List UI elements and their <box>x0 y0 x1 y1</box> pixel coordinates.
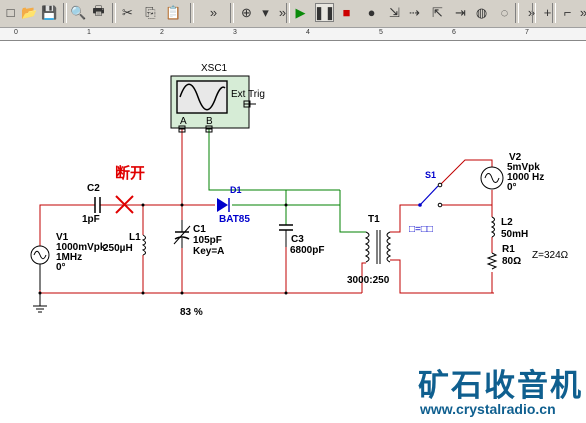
scope-screen <box>176 80 228 114</box>
l2-coil-icon <box>490 216 495 238</box>
wire-t1-right-bottom <box>390 259 494 294</box>
d1-model: BAT85 <box>219 214 250 225</box>
resistor-r1[interactable]: R1 80Ω <box>486 244 521 270</box>
s1-name: S1 <box>425 170 436 180</box>
c3-value: 6800pF <box>290 245 324 256</box>
c1-value: 105pF <box>193 235 222 246</box>
run-to-cursor-icon[interactable]: ⇥ <box>451 3 470 22</box>
scope-ch-b: B <box>206 116 213 127</box>
print-preview-icon[interactable]: 🔍 <box>69 3 88 22</box>
save-icon[interactable]: 💾 <box>40 3 59 22</box>
toggle-breakpoint-icon[interactable]: ◍ <box>472 3 491 22</box>
toolbar-separator <box>286 3 290 23</box>
toolbar-separator <box>112 3 116 23</box>
ruler-mark: 3 <box>233 29 237 36</box>
t1-secondary-coil-icon <box>386 231 392 263</box>
watermark-url: www.crystalradio.cn <box>420 401 556 417</box>
v1-phase: 0° <box>56 262 66 273</box>
wire-d1-out <box>232 204 366 233</box>
stop-icon[interactable]: ■ <box>337 3 356 22</box>
toolbar-separator <box>515 3 519 23</box>
s1-key: □=□□ <box>409 224 433 235</box>
c1-name: C1 <box>193 224 206 235</box>
remove-breakpoints-icon[interactable]: ◌ <box>495 3 514 22</box>
l1-name: L1 <box>129 232 141 243</box>
breakpoint-icon[interactable]: ● <box>362 3 381 22</box>
c1-percent: 83 % <box>180 307 203 318</box>
transformer-t1[interactable]: T1 3000:250 <box>347 214 392 286</box>
ruler: 0 1 2 3 4 5 6 7 <box>0 28 586 41</box>
run-icon[interactable]: ▶ <box>291 3 310 22</box>
l2-value: 50mH <box>501 229 528 240</box>
ac-source-v1[interactable]: V1 1000mVpk 1MHz 0° <box>30 232 106 313</box>
disconnect-annotation: 断开 <box>115 164 145 214</box>
switch-s1[interactable]: S1 □=□□ <box>409 170 443 235</box>
watermark: 矿石收音机 www.crystalradio.cn <box>410 360 586 423</box>
capacitor-c2[interactable]: C2 1pF <box>82 183 101 225</box>
ruler-mark: 4 <box>306 29 310 36</box>
r1-zigzag-icon <box>486 252 498 270</box>
ruler-mark: 5 <box>379 29 383 36</box>
toolbar-separator <box>230 3 234 23</box>
s1-lever <box>419 185 439 206</box>
ac-source-v2[interactable]: V2 5mVpk 1000 Hz 0° <box>480 152 544 193</box>
r1-value: 80Ω <box>502 256 521 267</box>
cut-icon[interactable]: ✂ <box>118 3 137 22</box>
l1-value: 250µH <box>103 243 133 254</box>
c3-name: C3 <box>291 234 304 245</box>
impedance-label: Z=324Ω <box>532 250 569 261</box>
more-icon-4[interactable]: » <box>574 3 586 22</box>
d1-name: D1 <box>230 185 242 195</box>
new-icon[interactable]: □ <box>1 3 20 22</box>
ruler-mark: 7 <box>525 29 529 36</box>
d1-triangle-icon <box>217 198 228 212</box>
c1-key: Key=A <box>193 246 224 257</box>
step-into-icon[interactable]: ⇲ <box>385 3 404 22</box>
toolbar-separator <box>63 3 67 23</box>
scope-ext-trig: Ext Trig <box>231 89 265 100</box>
print-icon[interactable]: 🖶 <box>89 3 108 22</box>
c2-name: C2 <box>87 183 100 194</box>
v2-phase: 0° <box>507 182 517 193</box>
toolbar: □📂💾🔍🖶✂⎘📋»⊕▾»▶❚❚■●⇲⇢⇱⇥◍◌»+⌐» <box>0 0 586 28</box>
open-icon[interactable]: 📂 <box>20 3 39 22</box>
ground-symbol-icon <box>33 293 47 313</box>
zoom-in-icon[interactable]: ⊕ <box>237 3 256 22</box>
copy-icon[interactable]: ⎘ <box>141 3 160 22</box>
inductor-l2[interactable]: L2 50mH <box>490 216 528 240</box>
more-icon[interactable]: » <box>204 3 223 22</box>
scope-ch-a: A <box>180 116 187 127</box>
l1-coil-icon <box>141 234 146 256</box>
red-wires <box>39 129 494 294</box>
l2-name: L2 <box>501 217 513 228</box>
t1-name: T1 <box>368 214 380 225</box>
step-over-icon[interactable]: ⇢ <box>405 3 424 22</box>
disconnect-label: 断开 <box>115 164 145 182</box>
step-out-icon[interactable]: ⇱ <box>428 3 447 22</box>
watermark-title: 矿石收音机 <box>418 368 583 403</box>
oscilloscope-xsc1[interactable]: XSC1 Ext Trig A B <box>170 63 265 133</box>
ruler-mark: 6 <box>452 29 456 36</box>
ruler-mark: 0 <box>14 29 18 36</box>
ruler-mark: 1 <box>87 29 91 36</box>
r1-name: R1 <box>502 244 515 255</box>
wire-scope-b <box>208 129 340 191</box>
c2-value: 1pF <box>82 214 100 225</box>
scope-name: XSC1 <box>201 63 228 74</box>
toolbar-separator <box>190 3 194 23</box>
t1-primary-coil-icon <box>364 231 370 263</box>
paste-icon[interactable]: 📋 <box>164 3 183 22</box>
toolbar-separator <box>552 3 556 23</box>
toolbar-separator <box>532 3 536 23</box>
t1-ratio: 3000:250 <box>347 275 390 286</box>
wire-bottom-rail <box>39 264 362 294</box>
ruler-mark: 2 <box>160 29 164 36</box>
pause-icon[interactable]: ❚❚ <box>314 3 335 22</box>
inductor-l1[interactable]: L1 250µH <box>103 232 146 256</box>
